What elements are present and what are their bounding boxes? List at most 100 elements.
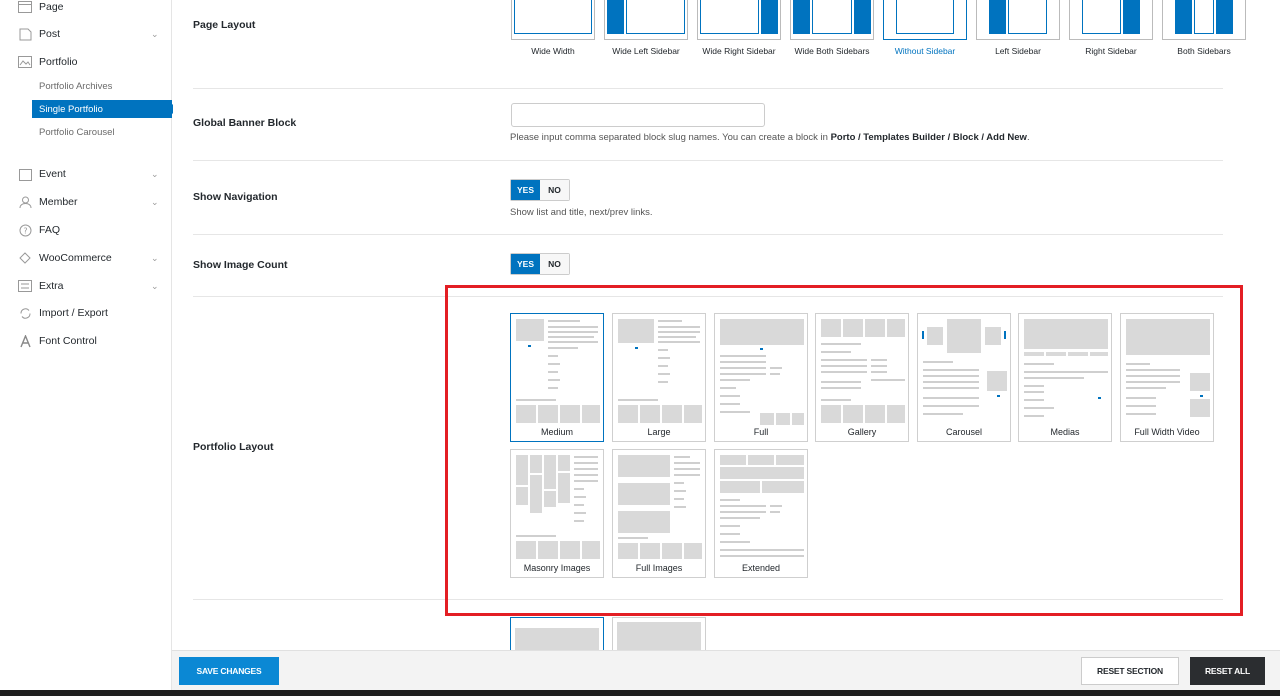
chevron-down-icon: ⌄ <box>151 281 159 291</box>
layout-option-wide-width[interactable]: Wide Width <box>511 0 595 57</box>
sidebar-subitem-single-portfolio[interactable]: Single Portfolio <box>32 100 173 118</box>
portfolio-layout-full-width-video[interactable]: Full Width Video <box>1120 313 1214 442</box>
layout-option-label: Wide Left Sidebar <box>612 46 680 56</box>
taskbar <box>0 690 1280 696</box>
sidebar-item-label: FAQ <box>39 224 61 236</box>
layout-caption: Large <box>647 427 671 437</box>
layout-preview <box>616 317 702 425</box>
chevron-down-icon: ⌄ <box>151 197 159 207</box>
layout-caption: Medias <box>1050 427 1080 437</box>
portfolio-layout-gallery[interactable]: Gallery <box>815 313 909 442</box>
sidebar-item-extra[interactable]: Extra ⌄ <box>0 274 172 298</box>
layout-preview <box>514 317 600 425</box>
show-navigation-help: Show list and title, next/prev links. <box>510 207 653 218</box>
portfolio-layout-full-images[interactable]: Full Images <box>612 449 706 578</box>
portfolio-layout-masonry-images[interactable]: Masonry Images <box>510 449 604 578</box>
sidebar-subitem-label: Portfolio Archives <box>39 80 113 92</box>
footer-bar: SAVE CHANGES RESET SECTION RESET ALL <box>172 650 1280 690</box>
layout-option-wide-right-sidebar[interactable]: Wide Right Sidebar <box>697 0 781 57</box>
sidebar-item-label: Page <box>39 1 64 13</box>
layout-option-without-sidebar[interactable]: Without Sidebar <box>883 0 967 57</box>
show-image-count-yes-button[interactable]: YES <box>511 254 540 274</box>
layout-caption: Full Images <box>635 563 683 573</box>
portfolio-layout-large[interactable]: Large <box>612 313 706 442</box>
show-image-count-label: Show Image Count <box>193 259 288 271</box>
layout-preview <box>1124 317 1210 425</box>
extra-icon <box>17 278 33 294</box>
layout-option-wide-both-sidebars[interactable]: Wide Both Sidebars <box>790 0 874 57</box>
layout-preview <box>616 453 702 561</box>
sidebar-item-label: Member <box>39 196 78 208</box>
sidebar-subitem-portfolio-archives[interactable]: Portfolio Archives <box>32 77 172 95</box>
portfolio-layout-carousel[interactable]: Carousel <box>917 313 1011 442</box>
global-banner-row: Global Banner Block Please input comma s… <box>193 89 1223 161</box>
sidebar-item-label: Font Control <box>39 335 97 347</box>
sidebar-item-label: Event <box>39 168 66 180</box>
layout-option-label: Wide Both Sidebars <box>794 46 870 56</box>
layout-preview <box>819 317 905 425</box>
portfolio-layout-medium[interactable]: Medium <box>510 313 604 442</box>
global-banner-help: Please input comma separated block slug … <box>510 132 1030 143</box>
show-navigation-yes-button[interactable]: YES <box>511 180 540 200</box>
layout-option-label: Wide Right Sidebar <box>702 46 776 56</box>
show-navigation-row: Show Navigation YES NO Show list and tit… <box>193 161 1223 235</box>
post-icon <box>17 26 33 42</box>
layout-preview <box>718 453 804 561</box>
layout-caption: Full Width Video <box>1134 427 1200 437</box>
layout-option-label: Left Sidebar <box>995 46 1041 56</box>
layout-caption: Full <box>753 427 769 437</box>
sidebar-item-woocommerce[interactable]: WooCommerce ⌄ <box>0 246 172 270</box>
layout-option-label: Without Sidebar <box>894 46 956 56</box>
layout-option-left-sidebar[interactable]: Left Sidebar <box>976 0 1060 57</box>
sidebar-item-font-control[interactable]: Font Control <box>0 329 172 353</box>
show-image-count-row: Show Image Count YES NO <box>193 235 1223 297</box>
sidebar-item-page[interactable]: Page <box>0 0 172 19</box>
member-icon <box>17 194 33 210</box>
layout-option-label: Right Sidebar <box>1085 46 1137 56</box>
page-layout-row: Page Layout Wide Width Wide Left Sidebar… <box>193 0 1246 89</box>
portfolio-layout-full[interactable]: Full <box>714 313 808 442</box>
chevron-down-icon: ⌄ <box>151 29 159 39</box>
portfolio-layout-extended[interactable]: Extended <box>714 449 808 578</box>
reset-section-button[interactable]: RESET SECTION <box>1081 657 1179 685</box>
sidebar-item-post[interactable]: Post ⌄ <box>0 22 172 46</box>
layout-option-wide-left-sidebar[interactable]: Wide Left Sidebar <box>604 0 688 57</box>
layout-preview <box>921 317 1007 425</box>
layout-option-label: Both Sidebars <box>1177 46 1231 56</box>
chevron-down-icon: ⌄ <box>151 253 159 263</box>
page-layout-label: Page Layout <box>193 19 256 31</box>
svg-text:?: ? <box>23 226 27 235</box>
layout-option-label: Wide Width <box>531 46 575 56</box>
show-image-count-no-button[interactable]: NO <box>540 254 569 274</box>
sidebar-item-faq[interactable]: ? FAQ <box>0 218 172 242</box>
show-navigation-label: Show Navigation <box>193 191 278 203</box>
portfolio-layout-medias[interactable]: Medias <box>1018 313 1112 442</box>
global-banner-input[interactable] <box>511 103 765 127</box>
sidebar-item-label: WooCommerce <box>39 252 112 264</box>
portfolio-icon <box>17 54 33 70</box>
layout-caption: Carousel <box>945 427 983 437</box>
page-icon <box>17 0 33 15</box>
layout-preview <box>1022 317 1108 425</box>
save-changes-button[interactable]: SAVE CHANGES <box>179 657 279 685</box>
layout-preview <box>514 453 600 561</box>
layout-option-right-sidebar[interactable]: Right Sidebar <box>1069 0 1153 57</box>
sidebar-item-portfolio[interactable]: Portfolio <box>0 50 172 74</box>
sidebar-subitem-portfolio-carousel[interactable]: Portfolio Carousel <box>32 123 172 141</box>
show-navigation-toggle[interactable]: YES NO <box>510 179 570 201</box>
sidebar-item-label: Post <box>39 28 61 40</box>
layout-preview <box>718 317 804 425</box>
faq-icon: ? <box>17 222 33 238</box>
chevron-down-icon: ⌄ <box>151 169 159 179</box>
sidebar-item-event[interactable]: Event ⌄ <box>0 162 172 186</box>
show-image-count-toggle[interactable]: YES NO <box>510 253 570 275</box>
sidebar-item-label: Import / Export <box>39 307 108 319</box>
portfolio-layout-row: Portfolio Layout Medium Large Full Galle… <box>193 297 1223 600</box>
layout-caption: Masonry Images <box>523 563 591 573</box>
import-export-icon <box>17 305 33 321</box>
sidebar-item-member[interactable]: Member ⌄ <box>0 190 172 214</box>
reset-all-button[interactable]: RESET ALL <box>1190 657 1265 685</box>
show-navigation-no-button[interactable]: NO <box>540 180 569 200</box>
sidebar-item-import-export[interactable]: Import / Export <box>0 301 172 325</box>
layout-option-both-sidebars[interactable]: Both Sidebars <box>1162 0 1246 57</box>
